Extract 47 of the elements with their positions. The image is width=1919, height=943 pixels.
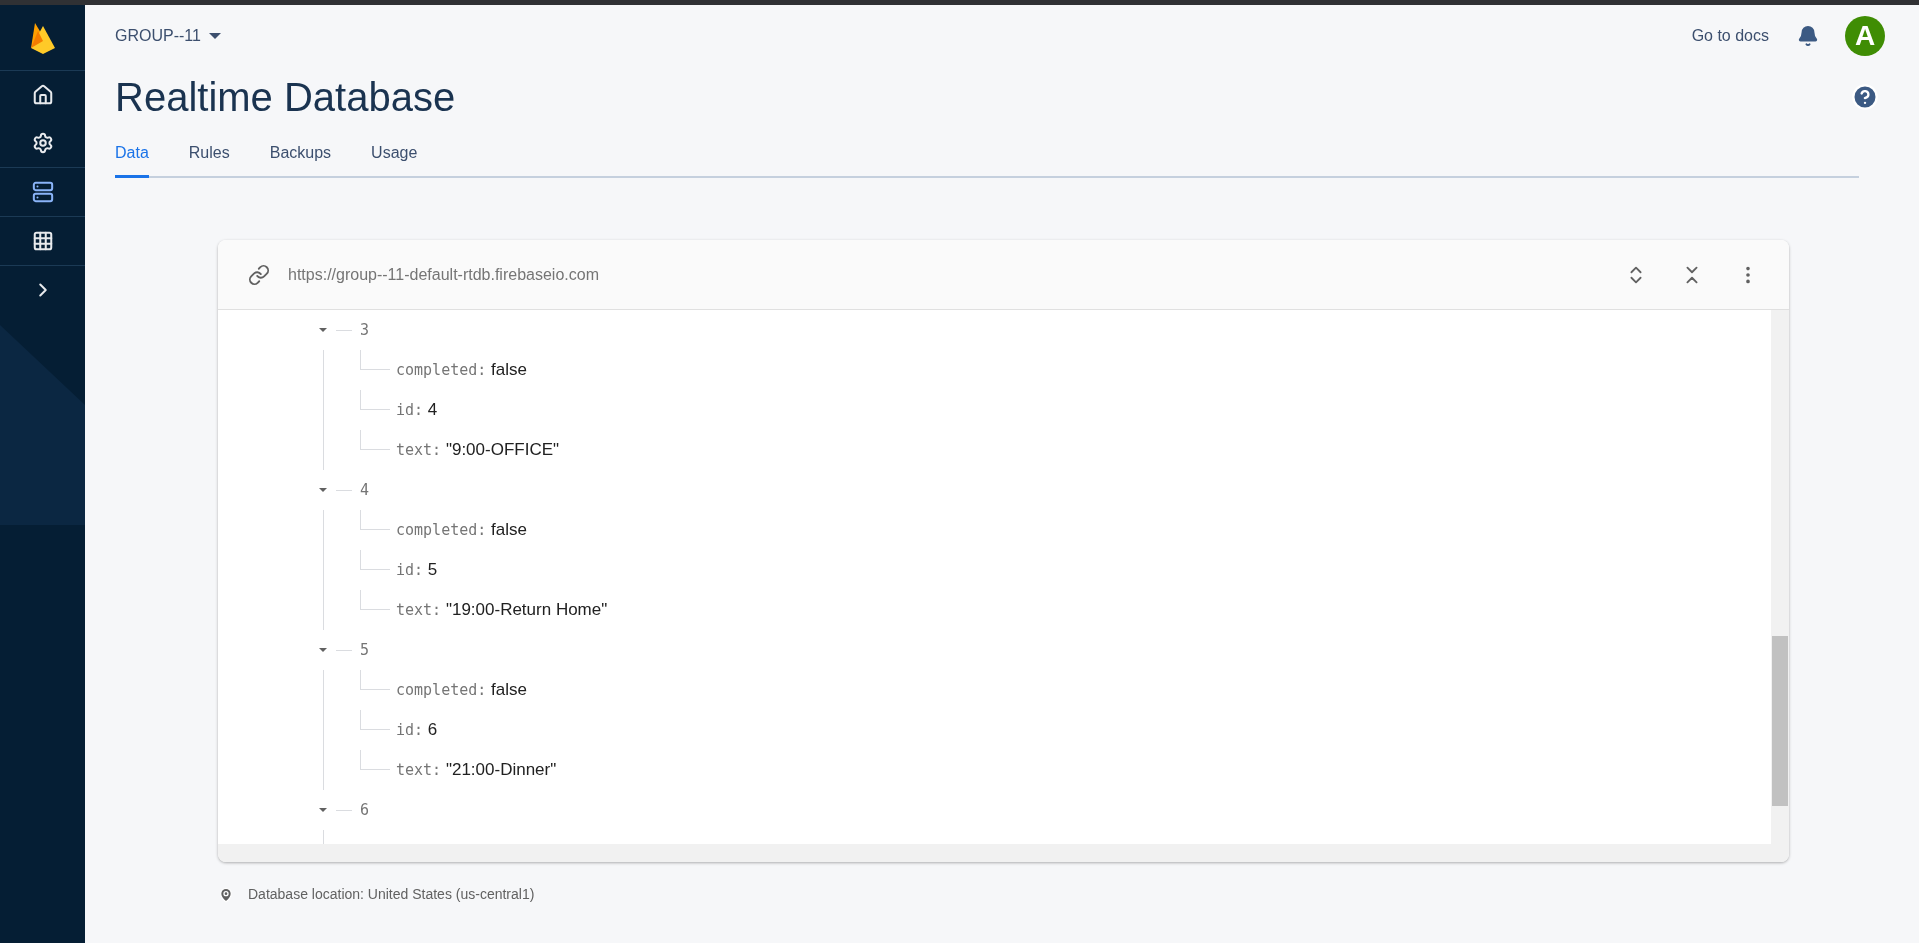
field-row-text: text: "19:00-Return Home" <box>396 599 608 622</box>
leader-line <box>360 350 390 370</box>
field-row-text: id: 5 <box>396 559 438 582</box>
link-icon <box>248 263 270 286</box>
leader-line <box>360 510 390 530</box>
avatar[interactable]: A <box>1845 16 1885 56</box>
tab[interactable]: Usage <box>371 141 418 178</box>
field-row-text: completed: false <box>396 359 527 382</box>
tab[interactable]: Backups <box>269 141 332 178</box>
caret-down-icon <box>208 32 221 40</box>
caret-down-icon[interactable] <box>318 325 328 335</box>
home-icon <box>31 84 54 106</box>
leader-line <box>360 390 390 410</box>
notification-icon[interactable] <box>1797 25 1819 47</box>
field-row-text: completed: false <box>396 519 527 542</box>
leader-line <box>360 710 390 730</box>
leader-line <box>360 590 390 610</box>
caret-down-icon[interactable] <box>318 805 328 815</box>
field-row-text: completed: false <box>396 679 527 702</box>
caret-down-icon[interactable] <box>318 485 328 495</box>
field-row-text: id: 4 <box>396 399 438 422</box>
page-title: Realtime Database <box>115 74 456 121</box>
node-key: 4 <box>360 478 370 502</box>
field-row-text: text: "9:00-OFFICE" <box>396 439 560 462</box>
node-key: 3 <box>360 318 370 342</box>
docs-link[interactable]: Go to docs <box>1691 24 1769 48</box>
tab[interactable]: Data <box>115 141 149 178</box>
caret-down-icon[interactable] <box>318 645 328 655</box>
project-selector[interactable]: GROUP--11 <box>115 24 221 48</box>
database-location: Database location: United States (us-central1) <box>248 885 535 904</box>
tab[interactable]: Rules <box>188 141 230 178</box>
horizontal-scrollbar[interactable] <box>218 844 1789 862</box>
field-row-text: text: "21:00-Dinner" <box>396 759 557 782</box>
database-icon <box>31 181 54 203</box>
database-url: https://group--11-default-rtdb.firebaseio.com <box>288 264 599 285</box>
leader-line <box>360 750 390 770</box>
field-row-text: id: 6 <box>396 719 438 742</box>
leader-line <box>360 670 390 690</box>
settings-icon <box>31 132 54 154</box>
node-key: 5 <box>360 638 370 662</box>
leader-line <box>360 550 390 570</box>
location-pin-icon <box>218 886 234 903</box>
help-icon[interactable] <box>1851 83 1879 111</box>
node-key: 6 <box>360 798 370 822</box>
leader-line <box>360 430 390 450</box>
grid-icon <box>31 230 54 252</box>
vertical-scrollbar[interactable] <box>1771 310 1789 844</box>
